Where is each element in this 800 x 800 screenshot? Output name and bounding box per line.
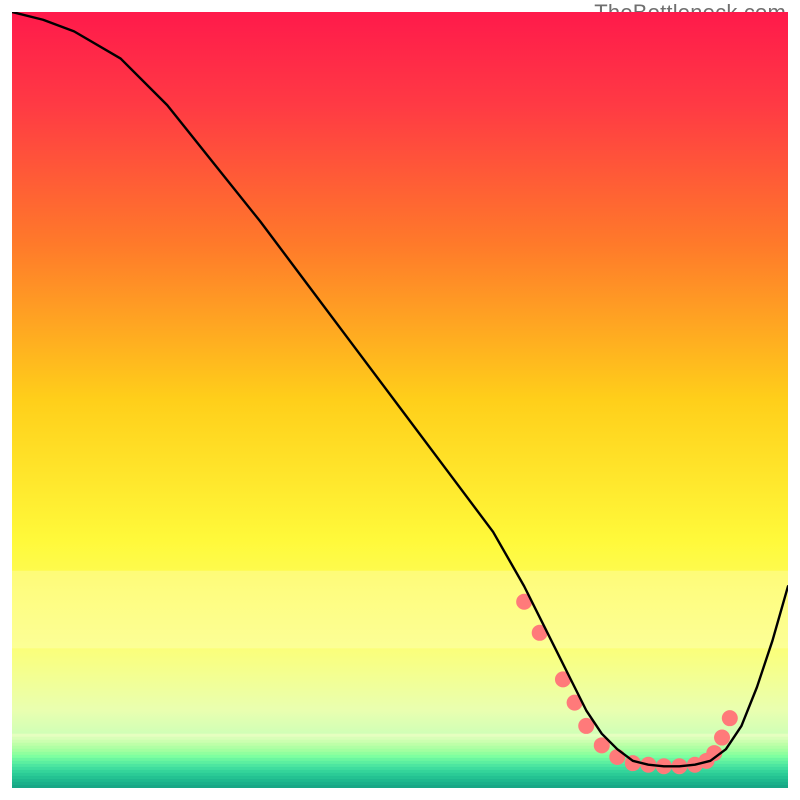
data-marker bbox=[722, 710, 738, 726]
green-band bbox=[12, 737, 788, 741]
green-band bbox=[12, 773, 788, 777]
plot-area bbox=[12, 12, 788, 788]
green-band bbox=[12, 734, 788, 738]
green-band bbox=[12, 752, 788, 756]
gradient-background bbox=[12, 12, 788, 788]
green-band bbox=[12, 782, 788, 786]
green-band bbox=[12, 743, 788, 747]
plot-svg bbox=[12, 12, 788, 788]
green-band bbox=[12, 770, 788, 774]
green-band bbox=[12, 746, 788, 750]
green-band bbox=[12, 779, 788, 783]
green-band bbox=[12, 761, 788, 765]
data-marker bbox=[714, 730, 730, 746]
pale-highlight-band bbox=[12, 571, 788, 649]
data-marker bbox=[609, 749, 625, 765]
green-band bbox=[12, 755, 788, 759]
green-band bbox=[12, 758, 788, 762]
green-band bbox=[12, 776, 788, 780]
green-band bbox=[12, 740, 788, 744]
green-band bbox=[12, 785, 788, 788]
chart-container: TheBottleneck.com bbox=[0, 0, 800, 800]
green-band bbox=[12, 749, 788, 753]
